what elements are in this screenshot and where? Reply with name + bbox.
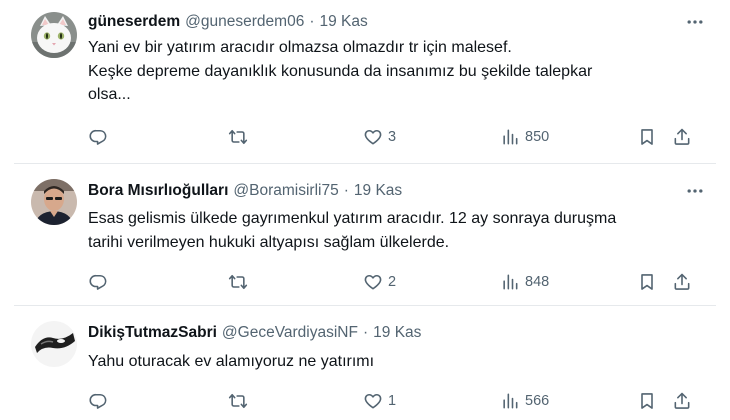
view-count: 566 (525, 393, 550, 409)
retweet-button[interactable] (228, 390, 253, 412)
views-button[interactable]: 566 (500, 390, 549, 412)
tweet-text-line: olsa... (88, 86, 131, 103)
reply-button[interactable] (88, 271, 113, 293)
bookmark-button[interactable] (637, 126, 657, 148)
like-count: 3 (388, 129, 397, 145)
share-icon (674, 392, 690, 409)
like-button[interactable]: 2 (363, 271, 396, 293)
tweet[interactable]: Bora Mısırlıoğulları @Boramisirli75 · 19… (14, 163, 716, 306)
view-count: 848 (525, 274, 550, 290)
retweet-icon (228, 129, 248, 145)
tweet-text-line: tarihi verilmeyen hukuki altyapısı sağla… (88, 233, 450, 251)
display-name[interactable]: Bora Mısırlıoğulları (88, 182, 228, 200)
share-icon (674, 128, 690, 145)
views-button[interactable]: 850 (500, 126, 549, 148)
tweet-actions: 3 850 (88, 126, 708, 148)
bookmark-button[interactable] (637, 271, 657, 293)
tweet-text-line: Yahu oturacak ev alamıyoruz ne yatırımı (88, 353, 375, 370)
tweet-actions: 2 848 (88, 271, 708, 293)
like-count: 1 (388, 393, 397, 409)
user-handle[interactable]: @guneserdem06 (185, 13, 304, 31)
tweet-text-line: Esas gelismis ülkede gayrımenkul yatırım… (88, 210, 617, 227)
share-button[interactable] (672, 390, 692, 412)
like-button[interactable]: 1 (363, 390, 396, 412)
display-name[interactable]: güneserdem (88, 13, 180, 31)
tweet-date[interactable]: 19 Kas (373, 324, 421, 342)
more-options-button[interactable] (682, 180, 708, 202)
profile-photo-image (31, 321, 77, 367)
bookmark-button[interactable] (637, 390, 657, 412)
analytics-icon (503, 393, 518, 409)
bookmark-icon (641, 393, 653, 409)
more-options-button[interactable] (682, 11, 708, 33)
separator-dot: · (343, 182, 349, 199)
view-count: 850 (525, 129, 550, 145)
views-button[interactable]: 848 (500, 271, 549, 293)
retweet-button[interactable] (228, 271, 253, 293)
bookmark-icon (641, 129, 653, 145)
separator-dot: · (309, 13, 315, 30)
reply-button[interactable] (88, 126, 113, 148)
reply-icon (89, 129, 107, 145)
tweet-header: güneserdem @guneserdem06 · 19 Kas (88, 11, 676, 33)
tweet-date[interactable]: 19 Kas (354, 182, 402, 200)
heart-icon (364, 129, 382, 145)
tweet-text: Yani ev bir yatırım aracıdır olmazsa olm… (88, 36, 698, 107)
tweet-header: Bora Mısırlıoğulları @Boramisirli75 · 19… (88, 180, 676, 202)
tweet-text-line: Yani ev bir yatırım aracıdır olmazsa olm… (88, 39, 512, 56)
display-name[interactable]: DikişTutmazSabri (88, 324, 217, 342)
tweet-actions: 1 566 (88, 390, 708, 412)
heart-icon (364, 274, 382, 290)
retweet-icon (228, 393, 248, 409)
avatar[interactable] (31, 179, 77, 225)
like-button[interactable]: 3 (363, 126, 396, 148)
avatar[interactable] (31, 12, 77, 58)
analytics-icon (503, 129, 518, 145)
user-handle[interactable]: @GeceVardiyasiNF (222, 324, 358, 342)
retweet-icon (228, 274, 248, 290)
tweet-text-line: Keşke depreme dayanıklık konusunda da in… (88, 62, 593, 80)
bookmark-icon (641, 274, 653, 290)
share-button[interactable] (672, 126, 692, 148)
reply-icon (89, 393, 107, 409)
analytics-icon (503, 274, 518, 290)
tweet[interactable]: güneserdem @guneserdem06 · 19 Kas Yani e… (14, 0, 716, 164)
tweet-date[interactable]: 19 Kas (320, 13, 368, 31)
like-count: 2 (388, 274, 397, 290)
reply-icon (89, 274, 107, 290)
reply-feed: güneserdem @guneserdem06 · 19 Kas Yani e… (14, 0, 716, 420)
tweet-header: DikişTutmazSabri @GeceVardiyasiNF · 19 K… (88, 322, 676, 344)
tweet[interactable]: DikişTutmazSabri @GeceVardiyasiNF · 19 K… (14, 305, 716, 420)
separator-dot: · (362, 324, 369, 341)
more-horizontal-icon (687, 189, 703, 193)
reply-button[interactable] (88, 390, 113, 412)
profile-photo-image (31, 179, 77, 225)
tweet-text: Esas gelismis ülkede gayrımenkul yatırım… (88, 207, 698, 254)
avatar[interactable] (31, 321, 77, 367)
heart-icon (364, 393, 382, 409)
cat-avatar-image (31, 12, 77, 58)
tweet-text: Yahu oturacak ev alamıyoruz ne yatırımı (88, 350, 698, 374)
retweet-button[interactable] (228, 126, 253, 148)
share-button[interactable] (672, 271, 692, 293)
share-icon (674, 273, 690, 290)
more-horizontal-icon (687, 20, 703, 24)
user-handle[interactable]: @Boramisirli75 (233, 182, 338, 200)
